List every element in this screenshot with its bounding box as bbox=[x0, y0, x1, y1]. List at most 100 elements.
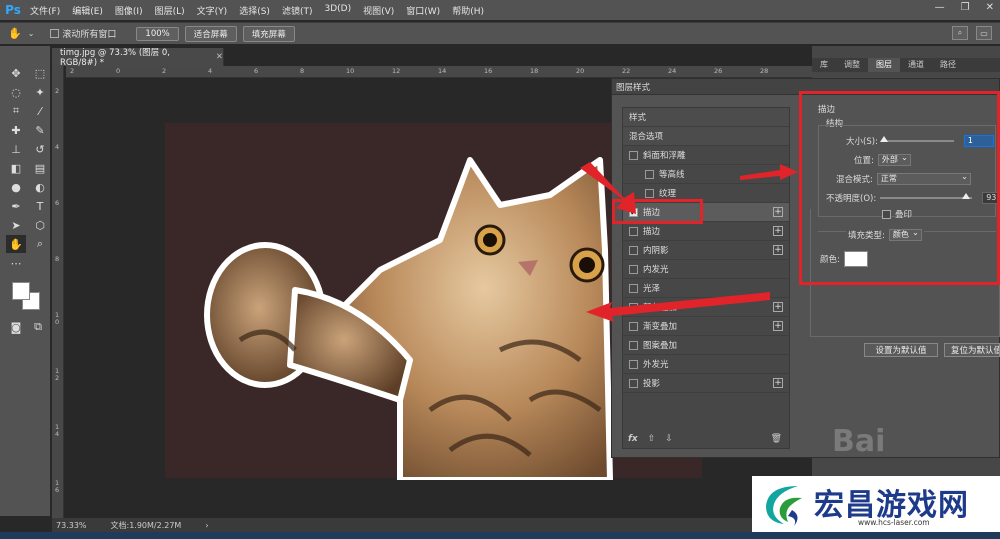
panel-tab[interactable]: 库 bbox=[812, 58, 836, 72]
checkbox-icon[interactable] bbox=[629, 226, 638, 236]
menu-item[interactable]: 选择(S) bbox=[233, 4, 276, 17]
style-item[interactable]: 内阴影 + bbox=[623, 241, 789, 260]
path-select-icon[interactable]: ➤ bbox=[6, 216, 26, 234]
add-effect-icon[interactable]: + bbox=[773, 226, 783, 236]
brush-tool-icon[interactable]: ✎ bbox=[30, 121, 50, 139]
magic-wand-icon[interactable]: ✦ bbox=[30, 83, 50, 101]
search-icon[interactable]: ⌕ bbox=[952, 26, 968, 40]
clone-stamp-icon[interactable]: ⊥ bbox=[6, 140, 26, 158]
checkbox-icon[interactable] bbox=[645, 188, 654, 198]
checkbox-icon[interactable] bbox=[629, 245, 638, 255]
watermark-url: www.hcs-laser.com bbox=[858, 518, 930, 527]
style-item[interactable]: 等高线 bbox=[623, 165, 789, 184]
menu-item[interactable]: 窗口(W) bbox=[400, 4, 446, 17]
move-tool-icon[interactable]: ✥ bbox=[6, 64, 26, 82]
ruler-top-label: 2 bbox=[162, 67, 167, 75]
scroll-all-checkbox[interactable] bbox=[50, 29, 60, 38]
menu-item[interactable]: 帮助(H) bbox=[446, 4, 490, 17]
scroll-all-windows[interactable]: 滚动所有窗口 bbox=[50, 27, 116, 40]
gradient-tool-icon[interactable]: ▤ bbox=[30, 159, 50, 177]
lasso-tool-icon[interactable]: ◌ bbox=[6, 83, 26, 101]
panel-tab[interactable]: 通道 bbox=[900, 58, 932, 72]
style-item[interactable]: 斜面和浮雕 bbox=[623, 146, 789, 165]
panel-tab[interactable]: 路径 bbox=[932, 58, 964, 72]
styles-header[interactable]: 样式 bbox=[623, 108, 789, 127]
menu-item[interactable]: 滤镜(T) bbox=[276, 4, 319, 17]
screen-mode-icon[interactable]: ⧉ bbox=[28, 318, 48, 336]
checkbox-icon[interactable] bbox=[629, 302, 638, 312]
checkbox-icon[interactable] bbox=[629, 283, 638, 293]
style-item[interactable]: 渐变叠加 + bbox=[623, 317, 789, 336]
dodge-tool-icon[interactable]: ◐ bbox=[30, 178, 50, 196]
blend-options[interactable]: 混合选项 bbox=[623, 127, 789, 146]
chevron-down-icon[interactable]: ⌄ bbox=[28, 29, 35, 38]
quick-mask-icon[interactable]: ◙ bbox=[6, 318, 26, 336]
checkbox-icon[interactable] bbox=[629, 378, 638, 388]
menu-item[interactable]: 图层(L) bbox=[149, 4, 191, 17]
panel-tab[interactable]: 调整 bbox=[836, 58, 868, 72]
checkbox-icon[interactable] bbox=[629, 150, 638, 160]
restore-icon[interactable]: ❐ bbox=[961, 2, 970, 13]
document-tab[interactable]: timg.jpg @ 73.3% (图层 0, RGB/8#) * ✕ bbox=[52, 48, 224, 68]
menu-item[interactable]: 编辑(E) bbox=[66, 4, 109, 17]
checkbox-icon[interactable] bbox=[645, 169, 654, 179]
menu-items: 文件(F) 编辑(E) 图像(I) 图层(L) 文字(Y) 选择(S) 滤镜(T) 3D(D)… bbox=[24, 4, 490, 17]
fill-screen-button[interactable]: 填充屏幕 bbox=[242, 25, 295, 42]
foreground-color[interactable] bbox=[12, 282, 30, 300]
ruler-left-label: 1 2 bbox=[55, 367, 60, 382]
blur-tool-icon[interactable]: ● bbox=[6, 178, 26, 196]
healing-brush-icon[interactable]: ✚ bbox=[6, 121, 26, 139]
hand-tool-icon[interactable]: ✋ bbox=[8, 27, 22, 40]
minimize-icon[interactable]: — bbox=[935, 2, 945, 13]
add-effect-icon[interactable]: + bbox=[773, 207, 783, 217]
checkbox-icon[interactable] bbox=[629, 359, 638, 369]
trash-icon[interactable]: 🗑 bbox=[771, 434, 782, 444]
add-effect-icon[interactable]: + bbox=[773, 378, 783, 388]
add-effect-icon[interactable]: + bbox=[773, 245, 783, 255]
fit-screen-button[interactable]: 适合屏幕 bbox=[184, 25, 237, 42]
pen-tool-icon[interactable]: ✒ bbox=[6, 197, 26, 215]
menu-item[interactable]: 文字(Y) bbox=[191, 4, 234, 17]
menu-item[interactable]: 视图(V) bbox=[357, 4, 400, 17]
panel-tab[interactable]: 图层 bbox=[868, 58, 900, 72]
menu-item[interactable]: 3D(D) bbox=[318, 4, 357, 17]
move-up-icon[interactable]: ⇧ bbox=[648, 434, 656, 444]
zoom-level[interactable]: 73.33% bbox=[56, 521, 87, 530]
add-effect-icon[interactable]: + bbox=[773, 321, 783, 331]
reset-default-button[interactable]: 复位为默认值 bbox=[944, 343, 1000, 357]
checkbox-icon[interactable] bbox=[629, 321, 638, 331]
status-arrow-icon[interactable]: › bbox=[205, 521, 208, 530]
ruler-top-label: 8 bbox=[300, 67, 305, 75]
type-tool-icon[interactable]: T bbox=[30, 197, 50, 215]
style-item[interactable]: 图案叠加 bbox=[623, 336, 789, 355]
style-item[interactable]: 描边 + bbox=[623, 222, 789, 241]
zoom-tool-icon[interactable]: ⌕ bbox=[30, 235, 50, 253]
shape-tool-icon[interactable]: ⬡ bbox=[30, 216, 50, 234]
menu-item[interactable]: 图像(I) bbox=[109, 4, 149, 17]
style-item[interactable]: 光泽 bbox=[623, 279, 789, 298]
set-default-button[interactable]: 设置为默认值 bbox=[864, 343, 938, 357]
hand-tool-icon[interactable]: ✋ bbox=[6, 235, 26, 253]
crop-tool-icon[interactable]: ⌗ bbox=[6, 102, 26, 120]
marquee-tool-icon[interactable]: ⬚ bbox=[30, 64, 50, 82]
style-item[interactable]: 投影 + bbox=[623, 374, 789, 393]
style-item[interactable]: 颜色叠加 + bbox=[623, 298, 789, 317]
history-brush-icon[interactable]: ↺ bbox=[30, 140, 50, 158]
fx-icon[interactable]: fx bbox=[628, 434, 638, 444]
eraser-tool-icon[interactable]: ◧ bbox=[6, 159, 26, 177]
checkbox-icon[interactable] bbox=[629, 340, 638, 350]
blend-options-label: 混合选项 bbox=[629, 132, 664, 142]
add-effect-icon[interactable]: + bbox=[773, 302, 783, 312]
options-right: ⌕ ▭ bbox=[952, 26, 992, 40]
checkbox-icon[interactable] bbox=[629, 264, 638, 274]
style-item[interactable]: 外发光 bbox=[623, 355, 789, 374]
eyedropper-icon[interactable]: ⁄ bbox=[30, 102, 50, 120]
move-down-icon[interactable]: ⇩ bbox=[665, 434, 673, 444]
close-icon[interactable]: ✕ bbox=[986, 2, 994, 13]
workspace-icon[interactable]: ▭ bbox=[976, 26, 992, 40]
style-item[interactable]: 内发光 bbox=[623, 260, 789, 279]
zoom-100-button[interactable]: 100% bbox=[136, 26, 179, 41]
menu-item[interactable]: 文件(F) bbox=[24, 4, 66, 17]
more-tools-icon[interactable]: ⋯ bbox=[6, 254, 26, 272]
close-tab-icon[interactable]: ✕ bbox=[216, 52, 223, 62]
